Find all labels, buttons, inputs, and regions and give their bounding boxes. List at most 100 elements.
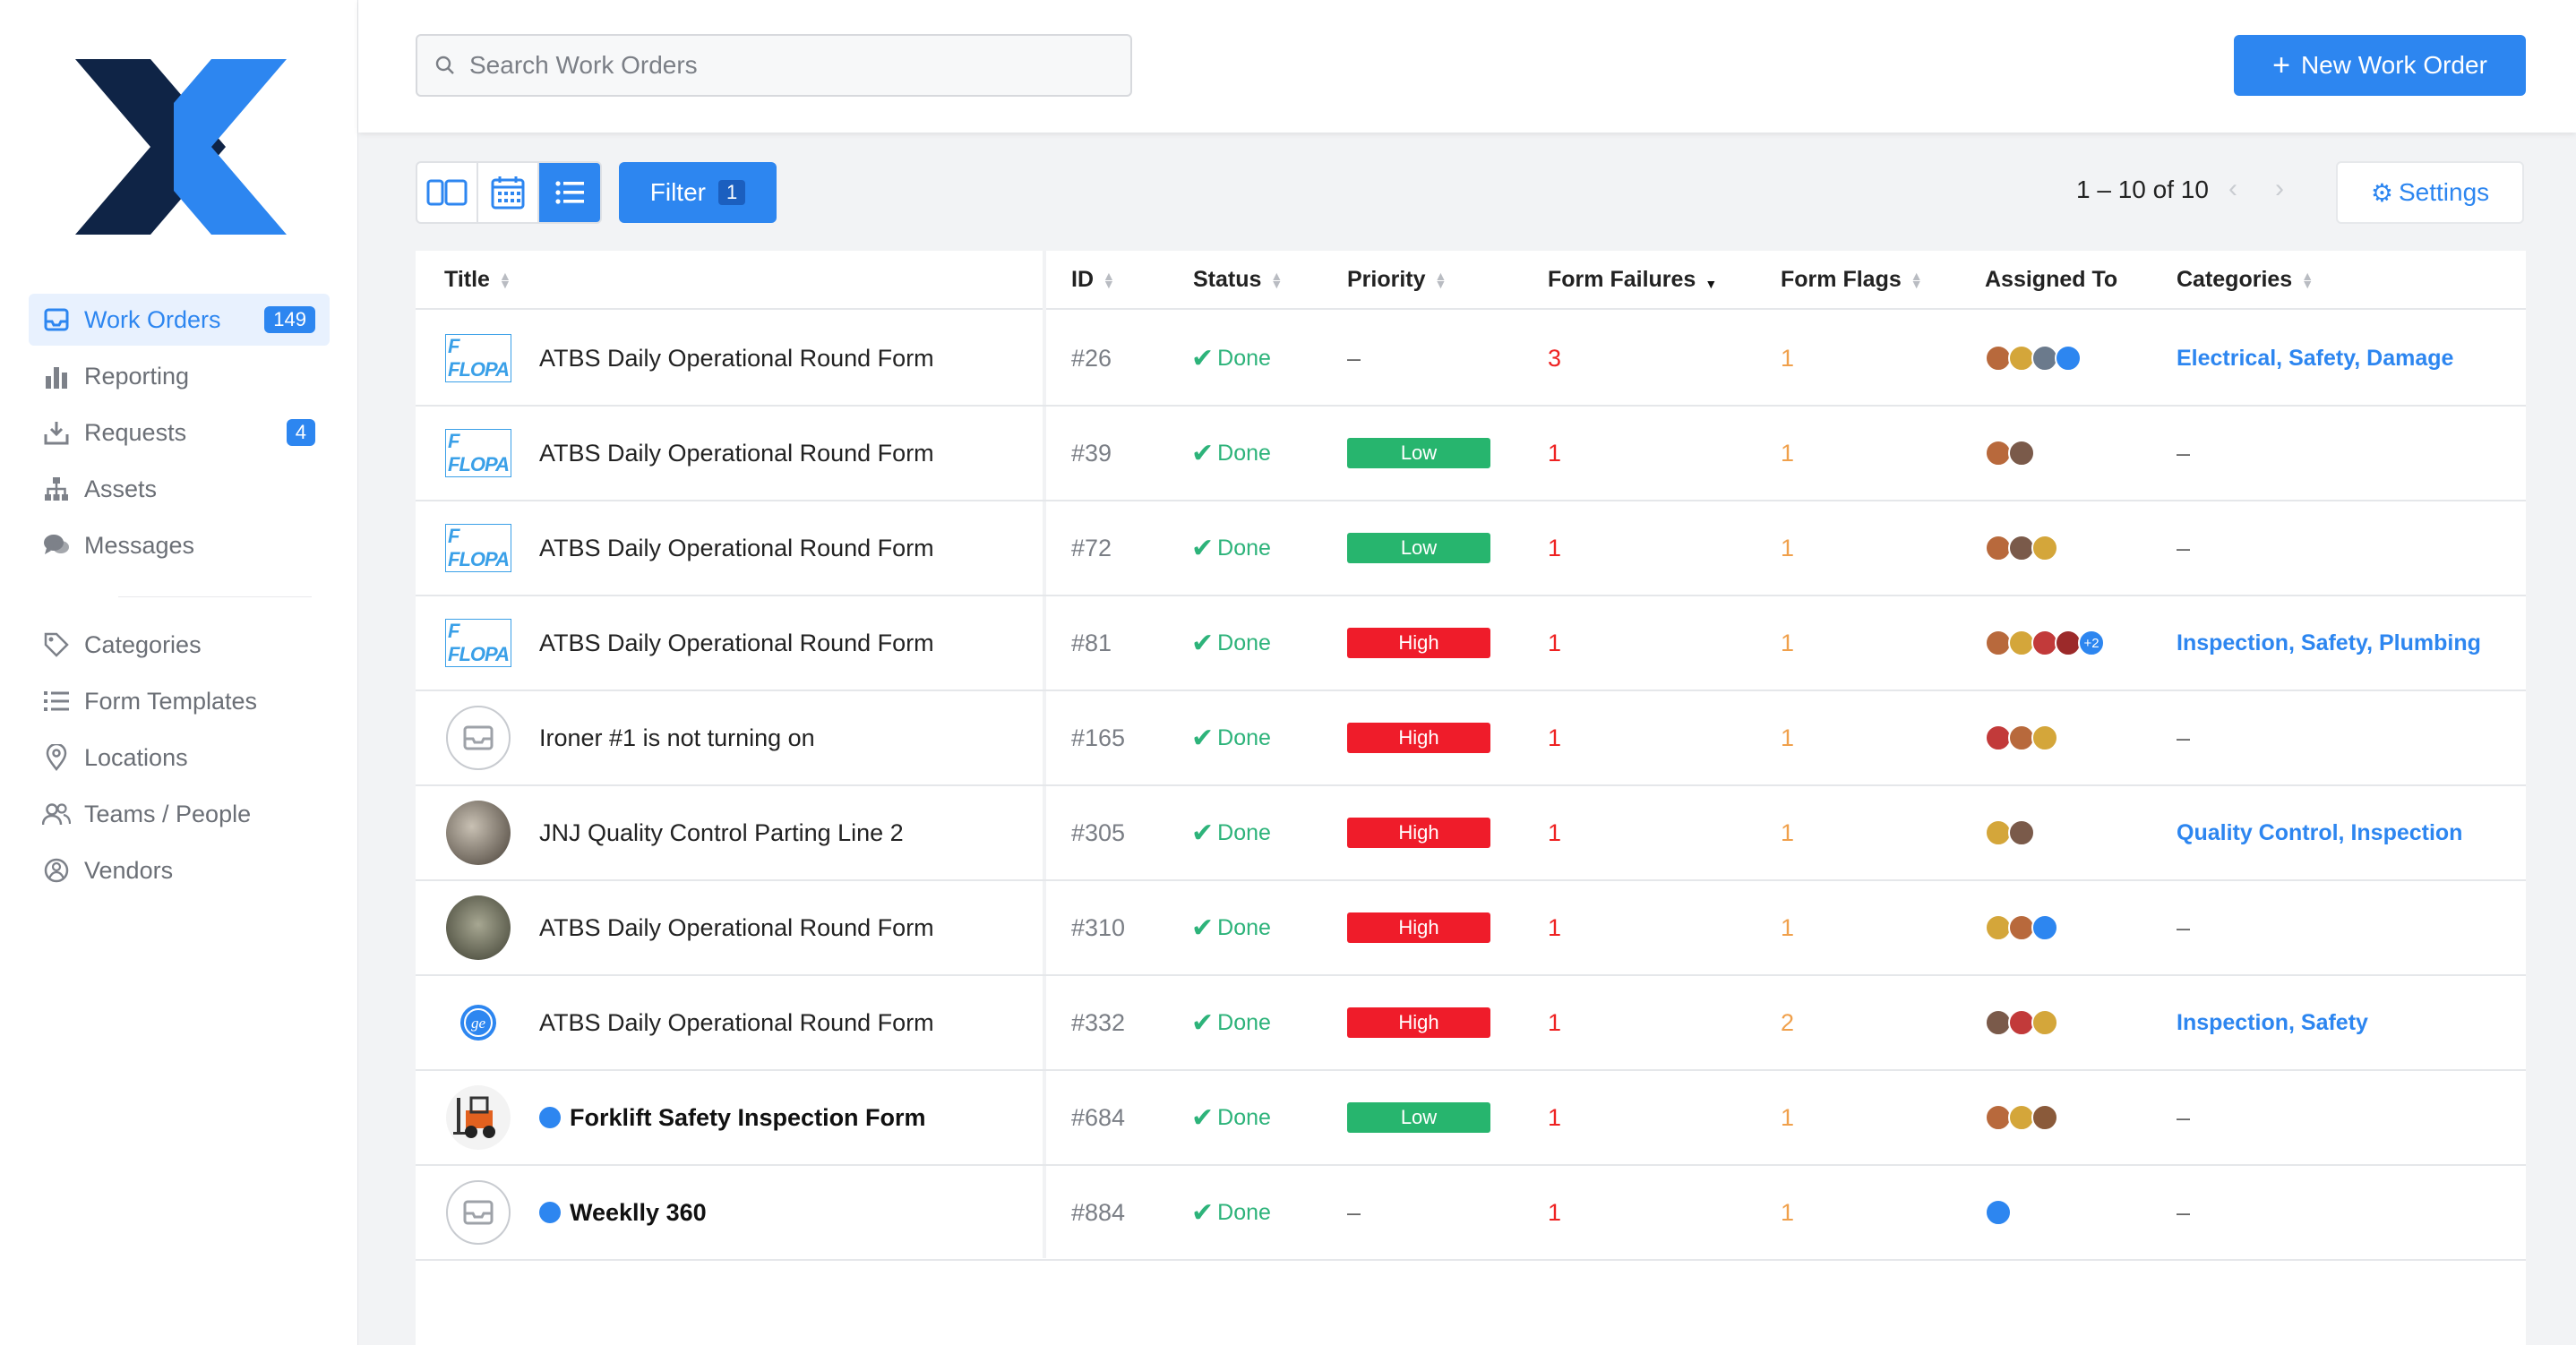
inbox-placeholder-icon bbox=[446, 1180, 511, 1245]
sort-icon[interactable]: ▲ ▼ bbox=[1270, 270, 1283, 290]
avatar[interactable] bbox=[2008, 440, 2035, 467]
assigned-to-cell[interactable] bbox=[1985, 976, 2058, 1069]
settings-button[interactable]: ⚙ Settings bbox=[2336, 161, 2524, 224]
facility-photo bbox=[446, 895, 511, 960]
title-cell[interactable]: ATBS Daily Operational Round Form bbox=[539, 407, 934, 500]
assigned-to-cell[interactable] bbox=[1985, 501, 2058, 595]
table-row[interactable]: F FLOPA ATBS Daily Operational Round Form… bbox=[416, 312, 2526, 407]
avatar[interactable] bbox=[2008, 819, 2035, 846]
brand-logo[interactable] bbox=[75, 59, 287, 235]
sidebar-item-teams-people[interactable]: Teams / People bbox=[29, 788, 330, 840]
column-header-title[interactable]: Title ▲ ▼ bbox=[444, 267, 511, 293]
assigned-to-cell[interactable] bbox=[1985, 312, 2082, 405]
row-thumbnail: F FLOPA bbox=[445, 426, 511, 480]
assigned-to-cell[interactable] bbox=[1985, 407, 2035, 500]
column-header-priority[interactable]: Priority ▲ ▼ bbox=[1347, 267, 1447, 293]
calendar-view-button[interactable] bbox=[478, 163, 539, 222]
sort-icon[interactable]: ▲ ▼ bbox=[1704, 270, 1717, 290]
column-header-form-failures[interactable]: Form Failures ▲ ▼ bbox=[1548, 267, 1717, 293]
avatar[interactable] bbox=[2031, 724, 2058, 751]
table-row[interactable]: JNJ Quality Control Parting Line 2 #305 ✔ D… bbox=[416, 786, 2526, 881]
avatar-group bbox=[1985, 1009, 2058, 1036]
column-header-id[interactable]: ID ▲ ▼ bbox=[1071, 267, 1115, 293]
avatar-group: +2 bbox=[1985, 630, 2105, 656]
assigned-to-cell[interactable] bbox=[1985, 786, 2035, 879]
table-row[interactable]: F FLOPA ATBS Daily Operational Round Form… bbox=[416, 407, 2526, 501]
status-cell: ✔ Done bbox=[1191, 881, 1271, 974]
column-header-status[interactable]: Status ▲ ▼ bbox=[1193, 267, 1283, 293]
sort-icon[interactable]: ▲ ▼ bbox=[1911, 270, 1923, 290]
sidebar-item-reporting[interactable]: Reporting bbox=[29, 350, 330, 402]
table-row[interactable]: ATBS Daily Operational Round Form #310 ✔ Do… bbox=[416, 881, 2526, 976]
column-header-label: Form Flags bbox=[1781, 267, 1902, 292]
avatar[interactable] bbox=[2055, 345, 2082, 372]
status-cell: ✔ Done bbox=[1191, 976, 1271, 1069]
priority-cell: Low bbox=[1347, 1071, 1490, 1164]
table-row[interactable]: F FLOPA ATBS Daily Operational Round Form… bbox=[416, 501, 2526, 596]
avatar-overflow-count[interactable]: +2 bbox=[2078, 630, 2105, 656]
avatar[interactable] bbox=[1985, 1199, 2012, 1226]
avatar[interactable] bbox=[2031, 1009, 2058, 1036]
sort-icon[interactable]: ▲ ▼ bbox=[1435, 270, 1447, 290]
form-flags-count: 1 bbox=[1781, 629, 1795, 656]
sidebar-item-assets[interactable]: Assets bbox=[29, 463, 330, 515]
sort-icon[interactable]: ▲ ▼ bbox=[499, 270, 511, 290]
sidebar-item-messages[interactable]: Messages bbox=[29, 519, 330, 571]
sidebar-item-requests[interactable]: Requests 4 bbox=[29, 407, 330, 458]
priority-badge: High bbox=[1347, 1007, 1490, 1038]
table-row[interactable]: Forklift Safety Inspection Form #684 ✔ Done… bbox=[416, 1071, 2526, 1166]
column-header-categories[interactable]: Categories ▲ ▼ bbox=[2177, 267, 2314, 293]
table-row[interactable]: F FLOPA ATBS Daily Operational Round Form… bbox=[416, 596, 2526, 691]
sidebar-item-form-templates[interactable]: Form Templates bbox=[29, 675, 330, 727]
sidebar-item-categories[interactable]: Categories bbox=[29, 619, 330, 671]
title-cell[interactable]: ATBS Daily Operational Round Form bbox=[539, 881, 934, 974]
avatar[interactable] bbox=[2031, 535, 2058, 561]
filter-button[interactable]: Filter 1 bbox=[619, 162, 777, 223]
row-thumbnail: ge bbox=[446, 996, 511, 1049]
status-label: Done bbox=[1217, 440, 1271, 466]
title-cell[interactable]: Weeklly 360 bbox=[539, 1166, 707, 1259]
next-page-icon[interactable]: › bbox=[2275, 174, 2284, 204]
assigned-to-cell[interactable] bbox=[1985, 1166, 2012, 1259]
form-flags-count: 1 bbox=[1781, 913, 1795, 941]
title-cell[interactable]: ATBS Daily Operational Round Form bbox=[539, 501, 934, 595]
form-flags-count: 1 bbox=[1781, 1198, 1795, 1226]
sidebar-item-locations[interactable]: Locations bbox=[29, 732, 330, 784]
sidebar-item-label: Work Orders bbox=[84, 305, 221, 333]
avatar-group bbox=[1985, 819, 2035, 846]
title-cell[interactable]: JNJ Quality Control Parting Line 2 bbox=[539, 786, 904, 879]
categories-cell[interactable]: Inspection, Safety bbox=[2177, 976, 2368, 1069]
avatar[interactable] bbox=[2031, 1104, 2058, 1131]
assigned-to-cell[interactable] bbox=[1985, 881, 2058, 974]
table-row[interactable]: ge ATBS Daily Operational Round Form #332 ✔… bbox=[416, 976, 2526, 1071]
vendors-icon bbox=[41, 855, 72, 886]
list-view-button[interactable] bbox=[539, 163, 600, 222]
sidebar-item-work-orders[interactable]: Work Orders 149 bbox=[29, 294, 330, 346]
table-row[interactable]: Weeklly 360 #884 ✔ Done – 1 1 – bbox=[416, 1166, 2526, 1261]
sort-icon[interactable]: ▲ ▼ bbox=[1103, 270, 1115, 290]
assigned-to-cell[interactable]: +2 bbox=[1985, 596, 2105, 690]
sidebar-item-vendors[interactable]: Vendors bbox=[29, 844, 330, 896]
form-failures-count: 3 bbox=[1548, 344, 1562, 372]
title-cell[interactable]: ATBS Daily Operational Round Form bbox=[539, 596, 934, 690]
assigned-to-cell[interactable] bbox=[1985, 1071, 2058, 1164]
title-cell[interactable]: ATBS Daily Operational Round Form bbox=[539, 312, 934, 405]
search-input[interactable] bbox=[469, 51, 1096, 80]
search-box[interactable] bbox=[416, 34, 1132, 97]
table-row[interactable]: Ironer #1 is not turning on #165 ✔ Done High… bbox=[416, 691, 2526, 786]
categories-cell[interactable]: Quality Control, Inspection bbox=[2177, 786, 2462, 879]
column-header-form-flags[interactable]: Form Flags ▲ ▼ bbox=[1781, 267, 1923, 293]
checkmark-icon: ✔ bbox=[1191, 1007, 1215, 1038]
split-view-button[interactable] bbox=[417, 163, 478, 222]
prev-page-icon[interactable]: ‹ bbox=[2228, 174, 2237, 204]
title-cell[interactable]: ATBS Daily Operational Round Form bbox=[539, 976, 934, 1069]
title-cell[interactable]: Forklift Safety Inspection Form bbox=[539, 1071, 926, 1164]
categories-cell[interactable]: Electrical, Safety, Damage bbox=[2177, 312, 2453, 405]
assigned-to-cell[interactable] bbox=[1985, 691, 2058, 784]
categories-cell[interactable]: Inspection, Safety, Plumbing bbox=[2177, 596, 2481, 690]
title-cell[interactable]: Ironer #1 is not turning on bbox=[539, 691, 815, 784]
avatar[interactable] bbox=[2031, 914, 2058, 941]
sort-icon[interactable]: ▲ ▼ bbox=[2301, 270, 2314, 290]
column-header-assigned-to[interactable]: Assigned To bbox=[1985, 267, 2117, 293]
new-work-order-button[interactable]: + New Work Order bbox=[2234, 35, 2526, 96]
